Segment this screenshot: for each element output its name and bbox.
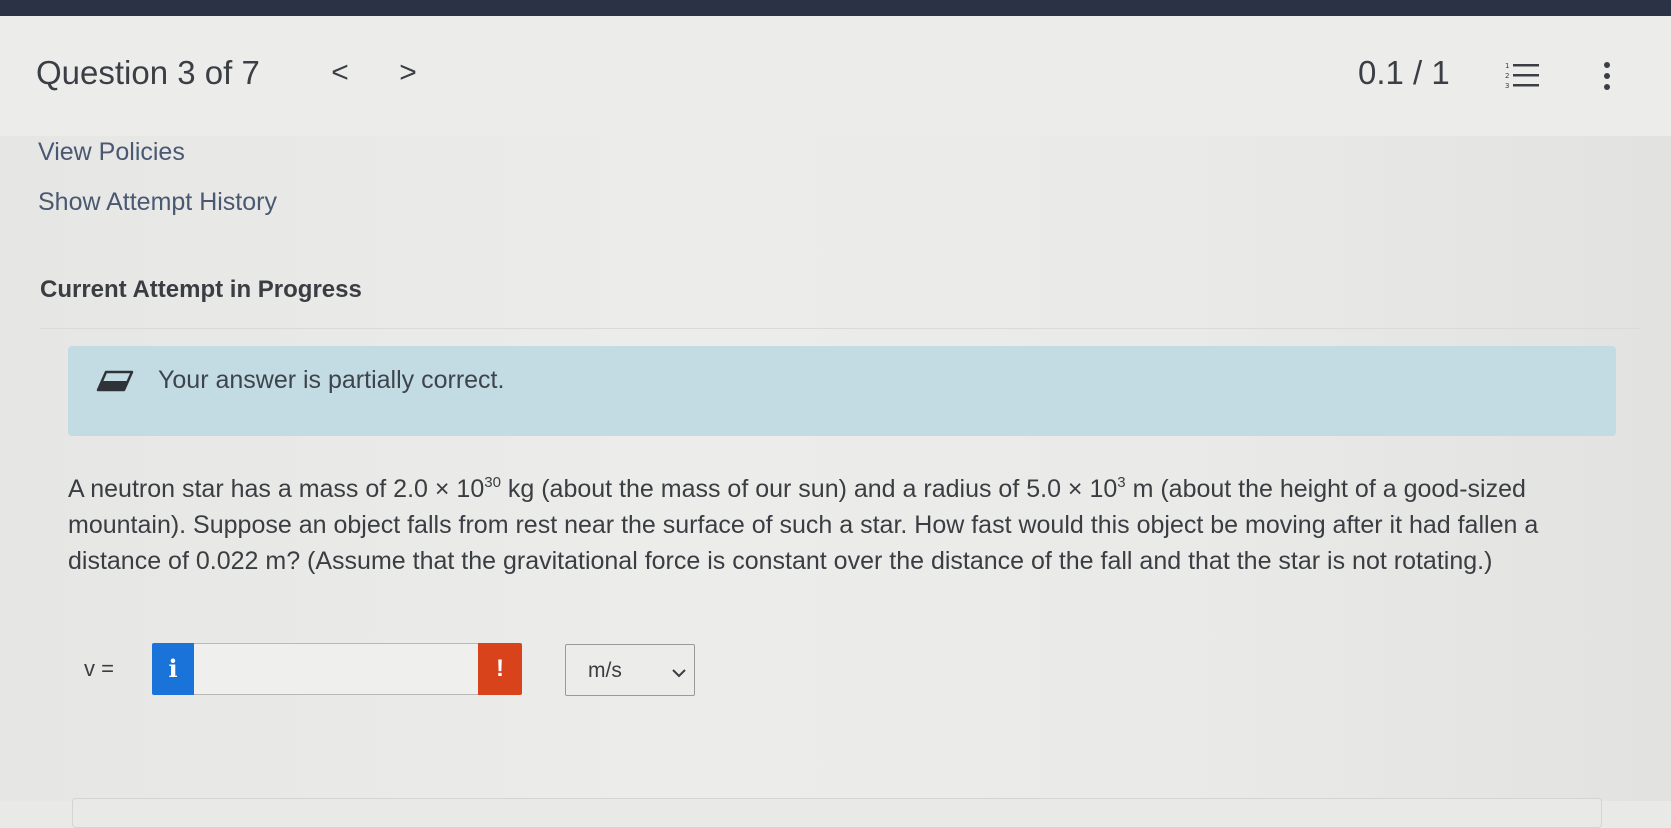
previous-question-button[interactable]: < — [325, 56, 355, 92]
feedback-banner: Your answer is partially correct. — [68, 346, 1616, 436]
question-page: Question 3 of 7 < > 0.1 / 1 1 2 3 View P… — [0, 16, 1671, 828]
unit-select-value: m/s — [588, 659, 622, 682]
score-display: 0.1 / 1 — [1358, 54, 1450, 91]
vertical-dots-icon[interactable] — [1600, 60, 1614, 92]
feedback-text: Your answer is partially correct. — [158, 366, 505, 394]
attempt-heading: Current Attempt in Progress — [40, 276, 362, 303]
answer-variable-label: v = — [84, 656, 114, 681]
top-bar — [0, 0, 1671, 16]
question-title: Question 3 of 7 — [36, 54, 260, 91]
unit-select[interactable]: m/s — [565, 644, 695, 696]
question-header: Question 3 of 7 < > 0.1 / 1 1 2 3 — [0, 16, 1671, 136]
info-button[interactable]: i — [152, 643, 194, 695]
question-text: A neutron star has a mass of 2.0 × 1030 … — [68, 471, 1598, 579]
chevron-down-icon — [672, 665, 686, 678]
mass-exponent: 30 — [484, 474, 501, 491]
question-text-part: kg (about the mass of our sun) and a rad… — [500, 475, 1118, 503]
view-policies-link[interactable]: View Policies — [38, 138, 185, 167]
show-attempt-history-link[interactable]: Show Attempt History — [38, 188, 277, 217]
question-text-part: A neutron star has a mass of 2.0 × 10 — [68, 475, 485, 503]
next-question-button[interactable]: > — [393, 56, 423, 92]
warning-button[interactable]: ! — [478, 643, 522, 695]
radius-exponent: 3 — [1117, 474, 1126, 491]
eraser-icon — [94, 368, 136, 398]
next-section-panel — [72, 798, 1602, 828]
divider — [40, 328, 1640, 329]
svg-text:1: 1 — [1505, 62, 1509, 70]
answer-input[interactable] — [194, 643, 478, 695]
svg-text:3: 3 — [1505, 82, 1509, 90]
svg-text:2: 2 — [1505, 72, 1509, 80]
numbered-list-icon[interactable]: 1 2 3 — [1505, 60, 1541, 90]
